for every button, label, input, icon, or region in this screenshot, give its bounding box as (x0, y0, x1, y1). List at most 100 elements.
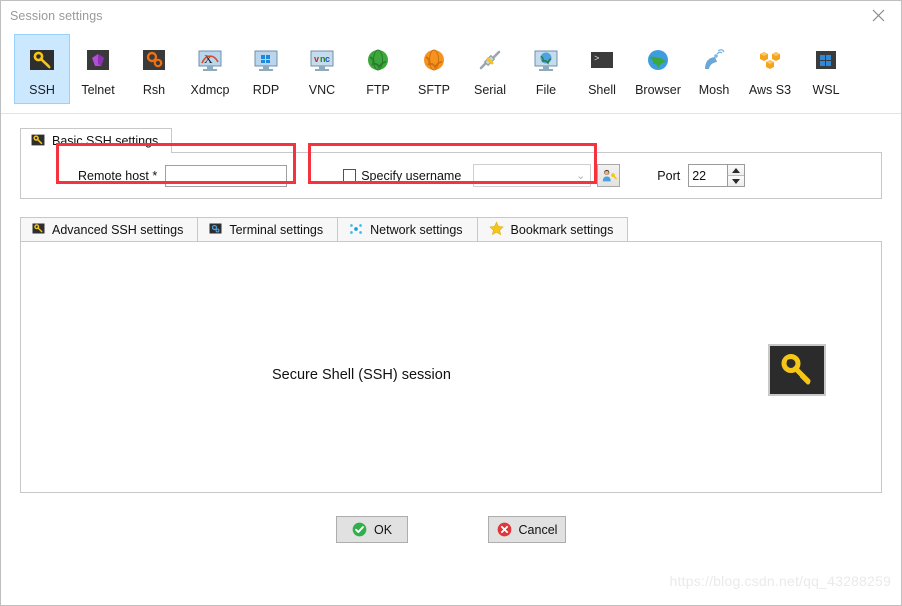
ssh-key-icon (31, 133, 45, 150)
session-type-serial[interactable]: Serial (462, 34, 518, 104)
user-key-button[interactable] (597, 164, 621, 187)
x-circle-icon (497, 522, 511, 537)
session-type-label: Rsh (142, 83, 166, 97)
session-type-vnc[interactable]: v n c VNC (294, 34, 350, 104)
port-decrement-button[interactable] (727, 175, 745, 186)
xdmcp-icon: X (194, 44, 226, 76)
session-type-telnet[interactable]: Telnet (70, 34, 126, 104)
session-type-sftp[interactable]: SFTP (406, 34, 462, 104)
session-type-ftp[interactable]: FTP (350, 34, 406, 104)
session-type-mosh[interactable]: Mosh (686, 34, 742, 104)
aws-s3-icon (754, 44, 786, 76)
close-button[interactable] (855, 1, 901, 30)
tab-advanced-ssh-settings[interactable]: Advanced SSH settings (20, 217, 198, 242)
watermark-text: https://blog.csdn.net/qq_43288259 (669, 573, 891, 589)
cancel-button[interactable]: Cancel (488, 516, 566, 543)
ssh-key-icon (32, 222, 45, 238)
advanced-settings-tabstrip: Advanced SSH settings Terminal settings (20, 217, 882, 242)
spinner-down-icon (732, 178, 741, 184)
session-type-xdmcp[interactable]: X Xdmcp (182, 34, 238, 104)
tab-label: Bookmark settings (510, 223, 614, 237)
sftp-globe-icon (418, 44, 450, 76)
title-bar: Session settings (1, 1, 901, 31)
ok-button[interactable]: OK (336, 516, 408, 543)
window-title: Session settings (10, 9, 103, 23)
specify-username-checkbox[interactable] (343, 169, 357, 182)
spinner-up-icon (732, 167, 741, 173)
basic-settings-body: Remote host * Specify username ⌄ Port 22 (20, 143, 882, 199)
svg-text:>: > (594, 54, 599, 64)
session-type-label: SFTP (418, 83, 450, 97)
close-icon (872, 9, 884, 22)
rdp-windows-icon (250, 44, 282, 76)
session-type-wsl[interactable]: WSL (798, 34, 854, 104)
remote-host-label: Remote host * (78, 168, 158, 183)
port-value[interactable]: 22 (689, 165, 727, 186)
session-type-aws-s3[interactable]: Aws S3 (742, 34, 798, 104)
tab-network-settings[interactable]: Network settings (337, 217, 477, 242)
rsh-gears-icon (138, 44, 170, 76)
browser-globe-icon (642, 44, 674, 76)
shell-prompt-icon: > (586, 44, 618, 76)
port-increment-button[interactable] (727, 165, 745, 175)
session-settings-dialog: Session settings SSH Telnet Rsh X Xdmcp … (0, 0, 902, 606)
specify-username-label: Specify username (361, 168, 462, 183)
ssh-key-icon (781, 354, 811, 385)
session-type-label: VNC (308, 83, 336, 97)
chevron-down-icon: ⌄ (576, 170, 586, 182)
port-stepper[interactable]: 22 (688, 164, 746, 187)
session-description: Secure Shell (SSH) session (272, 367, 451, 383)
session-type-file[interactable]: File (518, 34, 574, 104)
session-type-rsh[interactable]: Rsh (126, 34, 182, 104)
tab-label: Terminal settings (229, 223, 324, 237)
port-field-row: Port 22 (657, 164, 746, 187)
session-type-browser[interactable]: Browser (630, 34, 686, 104)
check-circle-icon (352, 522, 367, 537)
tab-label: Advanced SSH settings (52, 223, 184, 237)
wsl-windows-icon (810, 44, 842, 76)
vnc-icon: v n c (306, 44, 338, 76)
session-type-label: WSL (812, 83, 840, 97)
session-type-label: SSH (29, 83, 55, 97)
advanced-settings-group: Advanced SSH settings Terminal settings (20, 217, 882, 493)
session-type-toolbar: SSH Telnet Rsh X Xdmcp RDP v n c VNC FTP… (1, 31, 901, 114)
session-type-label: RDP (252, 83, 280, 97)
ok-label: OK (373, 522, 393, 537)
session-type-shell[interactable]: > Shell (574, 34, 630, 104)
session-type-label: Mosh (698, 83, 730, 97)
basic-settings-tabstrip: Basic SSH settings (20, 128, 882, 153)
session-type-label: Aws S3 (748, 83, 792, 97)
serial-plug-icon (474, 44, 506, 76)
session-type-label: FTP (366, 83, 390, 97)
session-type-rdp[interactable]: RDP (238, 34, 294, 104)
session-type-label: Browser (635, 83, 681, 97)
remote-host-field-row: Remote host * (78, 164, 288, 187)
network-dots-icon (349, 222, 363, 239)
telnet-icon (82, 44, 114, 76)
ftp-globe-icon (362, 44, 394, 76)
session-type-label: Serial (474, 83, 506, 97)
port-spinner-buttons (727, 165, 745, 186)
cancel-label: Cancel (518, 522, 558, 537)
session-type-label: File (535, 83, 557, 97)
specify-username-field-row: Specify username ⌄ (343, 164, 621, 187)
session-type-label: Telnet (81, 83, 115, 97)
session-type-label: Xdmcp (190, 83, 230, 97)
username-combobox[interactable]: ⌄ (473, 164, 592, 187)
terminal-gear-icon (209, 222, 222, 238)
user-key-icon (602, 169, 617, 181)
svg-text:c: c (325, 54, 330, 64)
session-type-illustration (768, 344, 826, 396)
session-content-panel: Secure Shell (SSH) session (20, 241, 882, 493)
ssh-key-icon (26, 44, 58, 76)
svg-text:v: v (314, 54, 319, 64)
session-type-ssh[interactable]: SSH (14, 34, 70, 104)
tab-label: Network settings (370, 223, 463, 237)
remote-host-input[interactable] (165, 164, 288, 187)
tab-basic-ssh-settings[interactable]: Basic SSH settings (20, 128, 173, 153)
tab-bookmark-settings[interactable]: Bookmark settings (476, 217, 629, 242)
mosh-dish-icon (698, 44, 730, 76)
tab-label: Basic SSH settings (52, 134, 159, 148)
tab-terminal-settings[interactable]: Terminal settings (197, 217, 338, 242)
port-label: Port (657, 168, 681, 183)
